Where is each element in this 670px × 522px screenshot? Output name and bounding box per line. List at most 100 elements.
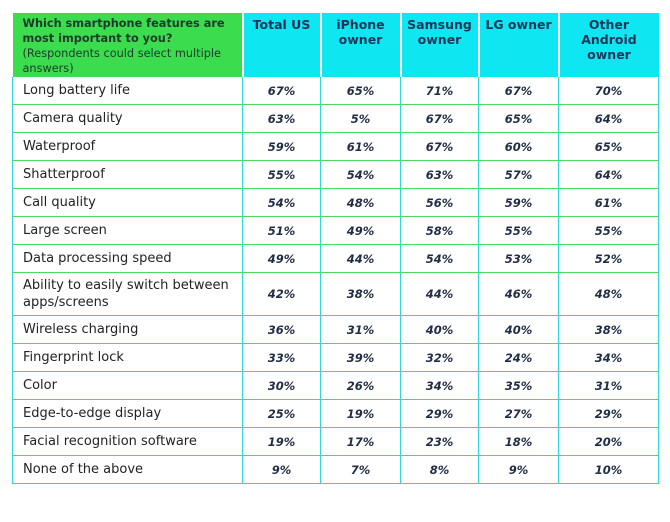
- column-header-total-us: Total US: [241, 13, 322, 77]
- value-cell-lg-owner: 24%: [478, 343, 559, 372]
- value-cell-total-us: 55%: [242, 160, 321, 189]
- feature-label: Waterproof: [12, 132, 243, 161]
- value-cell-other-android-owner: 48%: [558, 272, 659, 316]
- table-header: Which smartphone features are most impor…: [12, 13, 659, 77]
- value-cell-lg-owner: 57%: [478, 160, 559, 189]
- value-cell-iphone-owner: 48%: [320, 188, 401, 217]
- table-row: Camera quality 63% 5% 67% 65% 64%: [12, 104, 659, 133]
- value-cell-lg-owner: 65%: [478, 104, 559, 133]
- value-cell-iphone-owner: 26%: [320, 371, 401, 400]
- value-cell-other-android-owner: 52%: [558, 244, 659, 273]
- question-note: (Respondents could select multiple answe…: [22, 47, 221, 75]
- value-cell-total-us: 49%: [242, 244, 321, 273]
- table-row: Fingerprint lock 33% 39% 32% 24% 34%: [12, 343, 659, 372]
- value-cell-samsung-owner: 71%: [400, 77, 479, 105]
- question-header: Which smartphone features are most impor…: [12, 13, 244, 77]
- table-row: Data processing speed 49% 44% 54% 53% 52%: [12, 244, 659, 273]
- value-cell-other-android-owner: 20%: [558, 427, 659, 456]
- table-row: Edge-to-edge display 25% 19% 29% 27% 29%: [12, 399, 659, 428]
- value-cell-iphone-owner: 39%: [320, 343, 401, 372]
- value-cell-samsung-owner: 67%: [400, 104, 479, 133]
- value-cell-other-android-owner: 29%: [558, 399, 659, 428]
- value-cell-iphone-owner: 7%: [320, 455, 401, 484]
- value-cell-lg-owner: 46%: [478, 272, 559, 316]
- value-cell-lg-owner: 53%: [478, 244, 559, 273]
- column-header-lg-owner: LG owner: [477, 13, 560, 77]
- feature-label: Edge-to-edge display: [12, 399, 243, 428]
- value-cell-other-android-owner: 34%: [558, 343, 659, 372]
- value-cell-iphone-owner: 61%: [320, 132, 401, 161]
- value-cell-total-us: 51%: [242, 216, 321, 245]
- feature-label: Wireless charging: [12, 315, 243, 344]
- table-row: Color 30% 26% 34% 35% 31%: [12, 371, 659, 400]
- value-cell-total-us: 36%: [242, 315, 321, 344]
- feature-label: None of the above: [12, 455, 243, 484]
- column-header-iphone-owner: iPhone owner: [319, 13, 402, 77]
- value-cell-samsung-owner: 8%: [400, 455, 479, 484]
- value-cell-total-us: 30%: [242, 371, 321, 400]
- value-cell-other-android-owner: 64%: [558, 104, 659, 133]
- header-row: Which smartphone features are most impor…: [12, 13, 659, 77]
- value-cell-iphone-owner: 5%: [320, 104, 401, 133]
- value-cell-total-us: 42%: [242, 272, 321, 316]
- feature-label: Shatterproof: [12, 160, 243, 189]
- feature-label: Facial recognition software: [12, 427, 243, 456]
- value-cell-lg-owner: 27%: [478, 399, 559, 428]
- value-cell-iphone-owner: 31%: [320, 315, 401, 344]
- feature-label: Call quality: [12, 188, 243, 217]
- value-cell-samsung-owner: 34%: [400, 371, 479, 400]
- table-body: Long battery life 67% 65% 71% 67% 70% Camera q…: [12, 77, 659, 484]
- feature-label: Camera quality: [12, 104, 243, 133]
- value-cell-lg-owner: 55%: [478, 216, 559, 245]
- value-cell-lg-owner: 67%: [478, 77, 559, 105]
- value-cell-samsung-owner: 23%: [400, 427, 479, 456]
- value-cell-samsung-owner: 44%: [400, 272, 479, 316]
- table-row: Waterproof 59% 61% 67% 60% 65%: [12, 132, 659, 161]
- value-cell-total-us: 59%: [242, 132, 321, 161]
- value-cell-total-us: 33%: [242, 343, 321, 372]
- table-row: Long battery life 67% 65% 71% 67% 70%: [12, 77, 659, 105]
- value-cell-other-android-owner: 65%: [558, 132, 659, 161]
- column-header-other-android-owner: Other Android owner: [557, 13, 659, 77]
- feature-label: Data processing speed: [12, 244, 243, 273]
- value-cell-iphone-owner: 49%: [320, 216, 401, 245]
- value-cell-samsung-owner: 40%: [400, 315, 479, 344]
- value-cell-samsung-owner: 54%: [400, 244, 479, 273]
- feature-label: Large screen: [12, 216, 243, 245]
- value-cell-other-android-owner: 64%: [558, 160, 659, 189]
- value-cell-lg-owner: 18%: [478, 427, 559, 456]
- table-row: Ability to easily switch between apps/sc…: [12, 272, 659, 316]
- table-row: Call quality 54% 48% 56% 59% 61%: [12, 188, 659, 217]
- value-cell-samsung-owner: 32%: [400, 343, 479, 372]
- value-cell-other-android-owner: 38%: [558, 315, 659, 344]
- table-row: Large screen 51% 49% 58% 55% 55%: [12, 216, 659, 245]
- value-cell-iphone-owner: 38%: [320, 272, 401, 316]
- value-cell-total-us: 19%: [242, 427, 321, 456]
- table-row: None of the above 9% 7% 8% 9% 10%: [12, 455, 659, 484]
- value-cell-lg-owner: 60%: [478, 132, 559, 161]
- value-cell-lg-owner: 9%: [478, 455, 559, 484]
- value-cell-other-android-owner: 70%: [558, 77, 659, 105]
- table-row: Wireless charging 36% 31% 40% 40% 38%: [12, 315, 659, 344]
- value-cell-total-us: 63%: [242, 104, 321, 133]
- value-cell-other-android-owner: 55%: [558, 216, 659, 245]
- value-cell-other-android-owner: 61%: [558, 188, 659, 217]
- value-cell-iphone-owner: 44%: [320, 244, 401, 273]
- value-cell-lg-owner: 35%: [478, 371, 559, 400]
- table-row: Shatterproof 55% 54% 63% 57% 64%: [12, 160, 659, 189]
- value-cell-samsung-owner: 67%: [400, 132, 479, 161]
- value-cell-samsung-owner: 58%: [400, 216, 479, 245]
- value-cell-other-android-owner: 31%: [558, 371, 659, 400]
- column-header-samsung-owner: Samsung owner: [399, 13, 480, 77]
- value-cell-samsung-owner: 29%: [400, 399, 479, 428]
- survey-table: Which smartphone features are most impor…: [12, 13, 659, 484]
- value-cell-iphone-owner: 17%: [320, 427, 401, 456]
- value-cell-other-android-owner: 10%: [558, 455, 659, 484]
- value-cell-total-us: 9%: [242, 455, 321, 484]
- feature-label: Ability to easily switch between apps/sc…: [12, 272, 243, 316]
- feature-label: Long battery life: [12, 77, 243, 105]
- value-cell-total-us: 25%: [242, 399, 321, 428]
- value-cell-lg-owner: 59%: [478, 188, 559, 217]
- value-cell-samsung-owner: 63%: [400, 160, 479, 189]
- value-cell-total-us: 54%: [242, 188, 321, 217]
